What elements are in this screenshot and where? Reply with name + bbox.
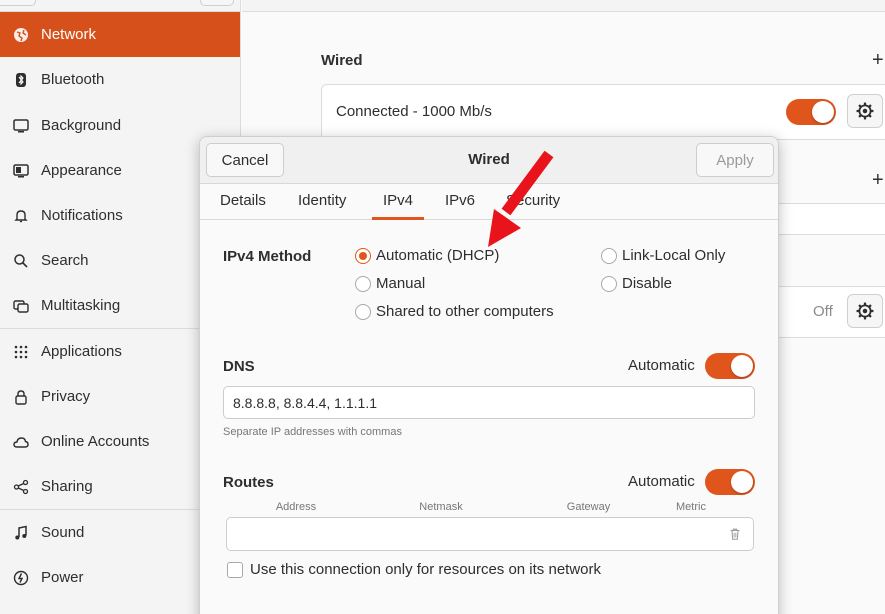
routes-gateway-header: Gateway xyxy=(566,501,611,513)
method-link-local-label: Link-Local Only xyxy=(622,247,726,264)
header-button-left[interactable] xyxy=(0,0,36,6)
route-metric-input[interactable] xyxy=(660,517,718,551)
bell-icon xyxy=(12,207,30,225)
checkbox-icon xyxy=(227,561,243,578)
sidebar-item-label: Background xyxy=(41,117,122,134)
routes-automatic-switch[interactable] xyxy=(705,469,755,495)
lock-icon xyxy=(12,388,30,406)
sidebar-item-network[interactable]: Network xyxy=(0,12,240,57)
dialog-tabs: Details Identity IPv4 IPv6 Security xyxy=(200,184,778,220)
proxy-status: Off xyxy=(813,303,833,320)
header-button-right[interactable] xyxy=(200,0,234,6)
tab-ipv4[interactable]: IPv4 xyxy=(372,184,425,220)
method-disable-radio[interactable]: Disable xyxy=(601,275,672,292)
tab-identity[interactable]: Identity xyxy=(298,184,346,220)
network-icon xyxy=(12,26,30,44)
route-gateway-input[interactable] xyxy=(515,517,661,551)
wired-section-heading: Wired xyxy=(321,52,363,69)
wired-settings-dialog: Cancel Wired Apply Details Identity IPv4… xyxy=(199,136,779,614)
dns-hint: Separate IP addresses with commas xyxy=(223,426,402,438)
share-icon xyxy=(12,478,30,496)
sidebar-item-bluetooth[interactable]: Bluetooth xyxy=(0,57,240,102)
dialog-header: Cancel Wired Apply xyxy=(200,137,778,184)
routes-netmask-header: Netmask xyxy=(419,501,463,513)
apply-button[interactable]: Apply xyxy=(696,143,774,177)
trash-icon xyxy=(730,528,740,540)
routes-address-header: Address xyxy=(275,501,317,513)
wired-settings-button[interactable] xyxy=(847,94,883,128)
dns-automatic-label: Automatic xyxy=(628,357,695,374)
radio-selected-icon xyxy=(355,247,371,264)
route-netmask-input[interactable] xyxy=(370,517,516,551)
method-automatic-label: Automatic (DHCP) xyxy=(376,247,500,264)
sidebar-header xyxy=(0,0,240,12)
cloud-icon xyxy=(12,433,30,451)
sidebar-item-label: Online Accounts xyxy=(41,433,150,450)
sidebar-item-label: Power xyxy=(41,569,84,586)
method-link-local-radio[interactable]: Link-Local Only xyxy=(601,247,725,264)
radio-icon xyxy=(355,303,371,320)
sidebar-item-label: Notifications xyxy=(41,207,123,224)
only-resources-checkbox[interactable]: Use this connection only for resources o… xyxy=(227,561,601,578)
method-manual-label: Manual xyxy=(376,275,426,292)
sidebar-item-label: Multitasking xyxy=(41,297,121,314)
multitasking-icon xyxy=(12,297,30,315)
proxy-settings-button[interactable] xyxy=(847,294,883,328)
sidebar-item-label: Sound xyxy=(41,524,85,541)
radio-icon xyxy=(601,275,617,292)
bluetooth-icon xyxy=(12,71,30,89)
sidebar-item-label: Appearance xyxy=(41,162,122,179)
panel-header xyxy=(242,0,885,12)
method-disable-label: Disable xyxy=(622,275,673,292)
gear-icon xyxy=(856,102,874,120)
method-automatic-radio[interactable]: Automatic (DHCP) xyxy=(355,247,499,264)
dns-input[interactable]: 8.8.8.8, 8.8.4.4, 1.1.1.1 xyxy=(223,386,755,419)
sidebar-item-label: Privacy xyxy=(41,388,91,405)
tab-security[interactable]: Security xyxy=(506,184,560,220)
radio-icon xyxy=(601,247,617,264)
only-resources-label: Use this connection only for resources o… xyxy=(250,561,601,578)
dns-label: DNS xyxy=(223,358,255,375)
tab-ipv6[interactable]: IPv6 xyxy=(445,184,475,220)
grid-icon xyxy=(12,343,30,361)
background-icon xyxy=(12,117,30,135)
sidebar-item-label: Bluetooth xyxy=(41,71,105,88)
method-shared-label: Shared to other computers xyxy=(376,303,554,320)
ipv4-settings: IPv4 Method Automatic (DHCP) Manual Shar… xyxy=(200,221,778,614)
routes-metric-header: Metric xyxy=(676,501,706,513)
sidebar-item-label: Sharing xyxy=(41,478,93,495)
search-icon xyxy=(12,252,30,270)
ipv4-method-label: IPv4 Method xyxy=(223,248,312,265)
sidebar-item-label: Network xyxy=(41,26,97,43)
route-delete-button[interactable] xyxy=(717,517,754,551)
music-note-icon xyxy=(12,524,30,542)
method-shared-radio[interactable]: Shared to other computers xyxy=(355,303,554,320)
gear-icon xyxy=(856,302,874,320)
radio-icon xyxy=(355,275,371,292)
sidebar-item-label: Search xyxy=(41,252,89,269)
dialog-title: Wired xyxy=(468,151,510,168)
method-manual-radio[interactable]: Manual xyxy=(355,275,425,292)
sidebar-item-label: Applications xyxy=(41,343,122,360)
tab-details[interactable]: Details xyxy=(220,184,266,220)
route-address-input[interactable] xyxy=(226,517,371,551)
connection-status: Connected - 1000 Mb/s xyxy=(336,102,492,120)
dns-automatic-switch[interactable] xyxy=(705,353,755,379)
wired-connection-switch[interactable] xyxy=(786,99,836,125)
appearance-icon xyxy=(12,162,30,180)
routes-automatic-label: Automatic xyxy=(628,473,695,490)
power-icon xyxy=(12,569,30,587)
add-connection-icon[interactable]: + xyxy=(872,49,884,72)
routes-label: Routes xyxy=(223,474,274,491)
add-vpn-icon[interactable]: + xyxy=(872,169,884,192)
